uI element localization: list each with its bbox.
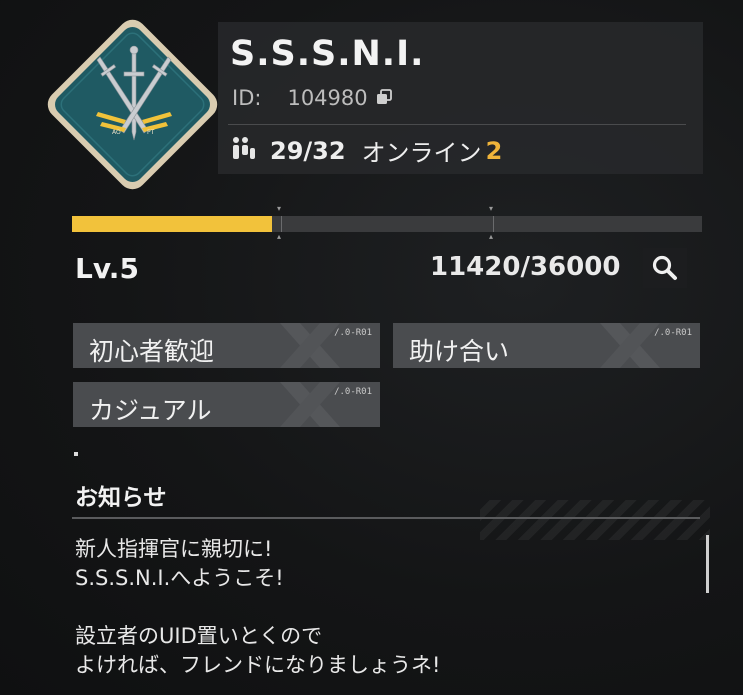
exp-tick-marker-bottom-2: ▴ (489, 232, 494, 241)
tag-code: /.0-R01 (334, 387, 372, 397)
members-row: 29/32 オンライン 2 (230, 133, 502, 168)
tag-beginner-welcome[interactable]: 初心者歓迎 /.0-R01 (73, 323, 380, 368)
members-icon (230, 136, 258, 166)
id-label: ID: (232, 86, 262, 110)
exp-bar-fill (72, 216, 272, 232)
search-icon (652, 255, 677, 280)
online-count: 2 (485, 136, 503, 165)
guild-emblem[interactable]: AO PT (40, 12, 225, 197)
search-button[interactable] (643, 248, 687, 288)
section-bullet (74, 452, 78, 456)
guild-id-value: 104980 (287, 86, 368, 110)
notice-body: 新人指揮官に親切に! S.S.S.N.I.へようこそ! 設立者のUID置いとくの… (75, 537, 441, 677)
notice-scrollbar[interactable] (706, 535, 709, 593)
exp-tick-marker-bottom-1: ▴ (277, 232, 282, 241)
tag-label: 初心者歓迎 (89, 337, 215, 366)
guild-id-row: ID: 104980 (232, 86, 392, 110)
exp-value: 11420/36000 (430, 252, 621, 282)
members-count: 29/32 (270, 136, 346, 165)
exp-tick-2 (493, 216, 494, 232)
emblem-text-right: PT (147, 129, 155, 136)
guild-name: S.S.S.N.I. (230, 34, 425, 74)
header-divider (228, 124, 686, 125)
exp-tick-marker-top-2: ▾ (489, 204, 494, 213)
online-label: オンライン (361, 139, 482, 167)
emblem-text-left: AO (112, 129, 121, 136)
exp-tick-1 (281, 216, 282, 232)
tag-code: /.0-R01 (334, 328, 372, 338)
notice-title: お知らせ (75, 485, 167, 511)
tag-mutual-help[interactable]: 助け合い /.0-R01 (393, 323, 700, 368)
background-hazard-stripes (480, 500, 710, 540)
notice-divider (72, 517, 700, 519)
exp-tick-marker-top-1: ▾ (277, 204, 282, 213)
copy-icon[interactable] (376, 86, 392, 110)
tag-code: /.0-R01 (654, 328, 692, 338)
tag-casual[interactable]: カジュアル /.0-R01 (73, 382, 380, 427)
tag-label: カジュアル (89, 396, 212, 425)
emblem-graphic: AO PT (47, 19, 218, 190)
tag-label: 助け合い (409, 337, 510, 366)
guild-level: Lv.5 (75, 252, 139, 285)
